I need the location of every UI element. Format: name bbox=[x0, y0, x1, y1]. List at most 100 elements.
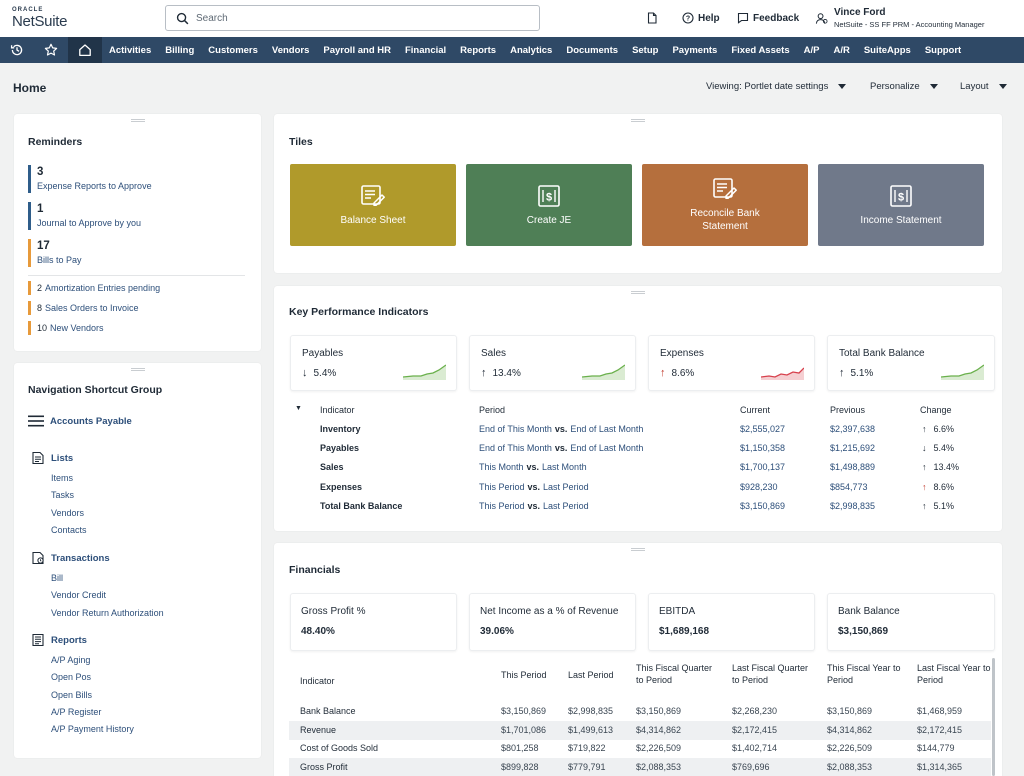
user-menu[interactable]: Vince Ford NetSuite - SS FF PRM - Accoun… bbox=[815, 7, 984, 30]
reminder-item[interactable]: 17 Bills to Pay bbox=[28, 239, 82, 267]
period-link[interactable]: Last Period bbox=[543, 482, 589, 492]
nav-item-analytics[interactable]: Analytics bbox=[503, 37, 559, 63]
reminder-item[interactable]: 8 Sales Orders to Invoice bbox=[28, 301, 139, 315]
kpi-previous[interactable]: $2,998,835 bbox=[830, 501, 875, 511]
financials-row[interactable]: Gross Profit $899,828 $779,791 $2,088,353 $7… bbox=[289, 758, 991, 776]
shortcut-group-lists[interactable]: Lists bbox=[31, 451, 73, 465]
top-header: ORACLE NetSuite ? Help Feedback Vince Fo… bbox=[0, 0, 1024, 37]
nav-item-reports[interactable]: Reports bbox=[453, 37, 503, 63]
period-link[interactable]: This Period bbox=[479, 482, 525, 492]
nav-item-fixed-assets[interactable]: Fixed Assets bbox=[724, 37, 796, 63]
financial-card[interactable]: Gross Profit % 48.40% bbox=[290, 593, 457, 651]
kpi-card[interactable]: Payables ↓ 5.4% bbox=[290, 335, 457, 391]
nav-item-a-p[interactable]: A/P bbox=[797, 37, 827, 63]
period-link[interactable]: This Month bbox=[479, 462, 524, 472]
nav-item-payments[interactable]: Payments bbox=[665, 37, 724, 63]
tile-create-je[interactable]: $ Create JE bbox=[466, 164, 632, 246]
shortcut-link[interactable]: Bill bbox=[51, 573, 63, 583]
nav-item-vendors[interactable]: Vendors bbox=[265, 37, 317, 63]
reminders-divider bbox=[28, 275, 245, 276]
nav-item-documents[interactable]: Documents bbox=[559, 37, 625, 63]
layout-dropdown[interactable]: Layout bbox=[960, 81, 1007, 92]
tile-reconcile-bank-statement[interactable]: Reconcile Bank Statement bbox=[642, 164, 808, 246]
financial-card[interactable]: Bank Balance $3,150,869 bbox=[827, 593, 995, 651]
kpi-card[interactable]: Expenses ↑ 8.6% bbox=[648, 335, 815, 391]
collapse-icon[interactable]: ▼ bbox=[295, 405, 302, 412]
kpi-card[interactable]: Total Bank Balance ↑ 5.1% bbox=[827, 335, 995, 391]
feedback-button[interactable]: Feedback bbox=[737, 12, 799, 24]
accounts-payable-link[interactable]: Accounts Payable bbox=[28, 415, 132, 427]
reminder-item[interactable]: 10 New Vendors bbox=[28, 321, 104, 335]
nav-item-support[interactable]: Support bbox=[918, 37, 968, 63]
kpi-card-value: 8.6% bbox=[671, 367, 695, 379]
financials-row[interactable]: Bank Balance $3,150,869 $2,998,835 $3,150,8… bbox=[289, 702, 991, 721]
nav-item-activities[interactable]: Activities bbox=[102, 37, 158, 63]
financials-scrollbar[interactable] bbox=[992, 658, 995, 776]
home-button[interactable] bbox=[68, 37, 102, 63]
period-link[interactable]: End of Last Month bbox=[570, 424, 643, 434]
search-input[interactable] bbox=[196, 10, 526, 27]
viewing-dropdown[interactable]: Viewing: Portlet date settings bbox=[706, 81, 847, 92]
drag-handle[interactable] bbox=[631, 119, 645, 122]
drag-handle[interactable] bbox=[130, 368, 145, 371]
shortcut-link[interactable]: Vendors bbox=[51, 508, 84, 518]
kpi-previous[interactable]: $1,498,889 bbox=[830, 462, 875, 472]
nav-item-billing[interactable]: Billing bbox=[158, 37, 201, 63]
financials-value: $2,226,509 bbox=[636, 743, 682, 754]
help-button[interactable]: ? Help bbox=[682, 12, 720, 24]
shortcut-link[interactable]: Open Pos bbox=[51, 672, 91, 682]
nav-item-payroll-and-hr[interactable]: Payroll and HR bbox=[316, 37, 398, 63]
kpi-current[interactable]: $928,230 bbox=[740, 482, 778, 492]
shortcut-link[interactable]: Tasks bbox=[51, 490, 74, 500]
nav-item-financial[interactable]: Financial bbox=[398, 37, 453, 63]
kpi-previous[interactable]: $1,215,692 bbox=[830, 443, 875, 453]
shortcut-link[interactable]: Vendor Return Authorization bbox=[51, 608, 164, 618]
tile-balance-sheet[interactable]: Balance Sheet bbox=[290, 164, 456, 246]
drag-handle[interactable] bbox=[631, 548, 645, 551]
period-link[interactable]: Last Month bbox=[542, 462, 587, 472]
period-link[interactable]: End of Last Month bbox=[570, 443, 643, 453]
shortcut-link[interactable]: Contacts bbox=[51, 525, 87, 535]
kpi-previous[interactable]: $2,397,638 bbox=[830, 424, 875, 434]
netsuite-logo[interactable]: ORACLE NetSuite bbox=[12, 7, 67, 30]
reminder-item[interactable]: 1 Journal to Approve by you bbox=[28, 202, 141, 230]
global-search[interactable] bbox=[165, 5, 540, 31]
reminder-item[interactable]: 3 Expense Reports to Approve bbox=[28, 165, 152, 193]
recent-button[interactable] bbox=[0, 37, 34, 63]
nav-item-a-r[interactable]: A/R bbox=[826, 37, 856, 63]
nav-item-customers[interactable]: Customers bbox=[201, 37, 265, 63]
shortcut-link[interactable]: A/P Aging bbox=[51, 655, 90, 665]
kpi-current[interactable]: $1,700,137 bbox=[740, 462, 785, 472]
kpi-previous[interactable]: $854,773 bbox=[830, 482, 868, 492]
financial-card[interactable]: Net Income as a % of Revenue 39.06% bbox=[469, 593, 636, 651]
arrow-up-icon: ↑ bbox=[922, 500, 927, 511]
nav-item-suiteapps[interactable]: SuiteApps bbox=[857, 37, 918, 63]
financials-row[interactable]: Cost of Goods Sold $801,258 $719,822 $2,226… bbox=[289, 739, 991, 758]
drag-handle[interactable] bbox=[631, 291, 645, 294]
arrow-up-icon: ↑ bbox=[481, 367, 487, 379]
recent-records-button[interactable] bbox=[646, 12, 658, 24]
shortcut-link[interactable]: Open Bills bbox=[51, 690, 92, 700]
period-link[interactable]: End of This Month bbox=[479, 443, 552, 453]
shortcut-link[interactable]: A/P Register bbox=[51, 707, 101, 717]
favorites-button[interactable] bbox=[34, 37, 68, 63]
tile-income-statement[interactable]: $ Income Statement bbox=[818, 164, 984, 246]
shortcut-link[interactable]: A/P Payment History bbox=[51, 724, 134, 734]
financial-card[interactable]: EBITDA $1,689,168 bbox=[648, 593, 815, 651]
personalize-dropdown[interactable]: Personalize bbox=[870, 81, 938, 92]
kpi-card[interactable]: Sales ↑ 13.4% bbox=[469, 335, 636, 391]
kpi-current[interactable]: $2,555,027 bbox=[740, 424, 785, 434]
reminder-item[interactable]: 2 Amortization Entries pending bbox=[28, 281, 160, 295]
period-link[interactable]: End of This Month bbox=[479, 424, 552, 434]
drag-handle[interactable] bbox=[130, 119, 145, 122]
kpi-current[interactable]: $1,150,358 bbox=[740, 443, 785, 453]
nav-item-setup[interactable]: Setup bbox=[625, 37, 665, 63]
shortcut-group-reports[interactable]: Reports bbox=[31, 633, 87, 647]
shortcut-link[interactable]: Items bbox=[51, 473, 73, 483]
period-link[interactable]: This Period bbox=[479, 501, 525, 511]
shortcut-group-transactions[interactable]: Transactions bbox=[31, 551, 110, 565]
financials-row[interactable]: Revenue $1,701,086 $1,499,613 $4,314,862 $2,… bbox=[289, 720, 991, 740]
shortcut-link[interactable]: Vendor Credit bbox=[51, 590, 106, 600]
kpi-current[interactable]: $3,150,869 bbox=[740, 501, 785, 511]
period-link[interactable]: Last Period bbox=[543, 501, 589, 511]
